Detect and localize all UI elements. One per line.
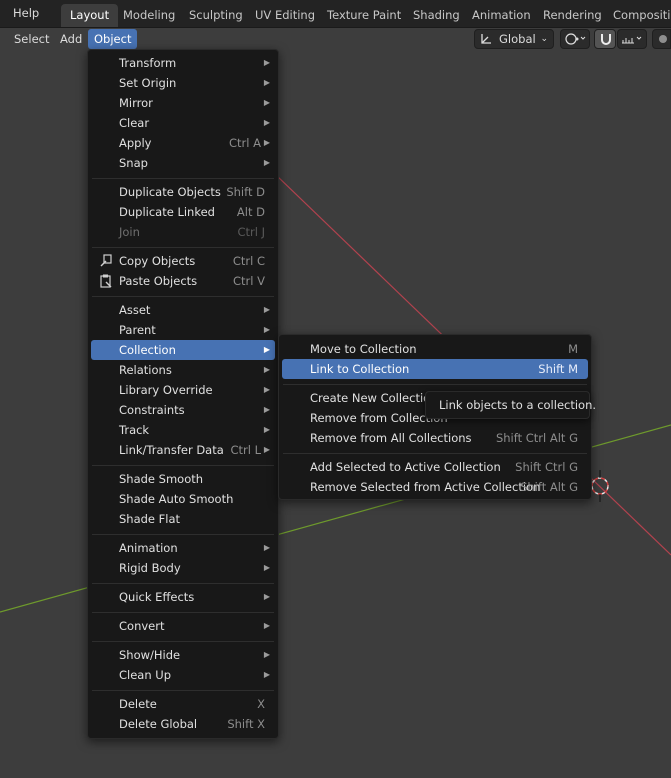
transform-orientation-icon	[481, 34, 491, 44]
menu-item-parent[interactable]: Parent ▶	[91, 320, 275, 340]
menu-item-constraints[interactable]: Constraints ▶	[91, 400, 275, 420]
submenu-arrow-icon: ▶	[263, 325, 270, 334]
menu-item-copy-objects[interactable]: Copy Objects Ctrl C	[91, 251, 275, 271]
menu-separator	[92, 178, 274, 179]
menu-item-rigid-body[interactable]: Rigid Body ▶	[91, 558, 275, 578]
orientation-dropdown[interactable]: Global ⌄	[474, 29, 554, 49]
menu-item-apply[interactable]: Apply Ctrl A ▶	[91, 133, 275, 153]
menu-item-paste-objects[interactable]: Paste Objects Ctrl V	[91, 271, 275, 291]
menu-item-animation[interactable]: Animation ▶	[91, 538, 275, 558]
menu-item-delete[interactable]: Delete X	[91, 694, 275, 714]
tooltip: Link objects to a collection.	[425, 391, 596, 419]
menu-separator	[92, 247, 274, 248]
snap-target-dropdown[interactable]	[617, 29, 647, 49]
menu-item-library-override[interactable]: Library Override ▶	[91, 380, 275, 400]
magnet-icon	[601, 34, 611, 45]
submenu-arrow-icon: ▶	[263, 58, 270, 67]
submenu-arrow-icon: ▶	[263, 138, 270, 147]
proportional-editing-toggle[interactable]	[652, 29, 671, 49]
menu-item-track[interactable]: Track ▶	[91, 420, 275, 440]
tab-compositing[interactable]: Compositing	[604, 4, 671, 27]
object-menu-popup: Transform ▶ Set Origin ▶ Mirror ▶ Clear ▶ Ap…	[87, 49, 279, 739]
menu-item-relations[interactable]: Relations ▶	[91, 360, 275, 380]
object-menu[interactable]: Object	[88, 29, 138, 49]
pivot-point-dropdown[interactable]	[560, 29, 590, 49]
menu-separator	[92, 612, 274, 613]
menu-item-transform[interactable]: Transform ▶	[91, 53, 275, 73]
submenu-arrow-icon: ▶	[263, 305, 270, 314]
submenu-arrow-icon: ▶	[263, 98, 270, 107]
menu-separator	[92, 465, 274, 466]
chevron-down-icon: ⌄	[540, 34, 548, 44]
proportional-edit-icon	[659, 35, 667, 43]
snap-toggle[interactable]	[594, 29, 616, 49]
submenu-arrow-icon: ▶	[263, 365, 270, 374]
copy-icon	[100, 254, 112, 267]
submenu-arrow-icon: ▶	[263, 385, 270, 394]
menu-separator	[92, 296, 274, 297]
menu-item-remove-from-all-collections[interactable]: Remove from All Collections Shift Ctrl Al…	[282, 428, 588, 448]
add-menu[interactable]: Add	[54, 29, 88, 49]
submenu-arrow-icon: ▶	[263, 592, 270, 601]
tab-texture-paint[interactable]: Texture Paint	[318, 4, 410, 27]
viewport-header: Select Add Object Global ⌄	[0, 28, 671, 50]
menu-item-remove-selected-from-active-collection[interactable]: Remove Selected from Active Collection Sh…	[282, 477, 588, 497]
menu-item-collection[interactable]: Collection ▶	[91, 340, 275, 360]
submenu-arrow-icon: ▶	[263, 670, 270, 679]
submenu-arrow-icon: ▶	[263, 345, 270, 354]
menu-separator	[92, 641, 274, 642]
menu-item-show-hide[interactable]: Show/Hide ▶	[91, 645, 275, 665]
topbar: Help Layout Modeling Sculpting UV Editin…	[0, 0, 671, 28]
menu-item-shade-flat[interactable]: Shade Flat	[91, 509, 275, 529]
submenu-arrow-icon: ▶	[263, 650, 270, 659]
tab-shading[interactable]: Shading	[404, 4, 469, 27]
menu-separator	[92, 583, 274, 584]
menu-item-duplicate-objects[interactable]: Duplicate Objects Shift D	[91, 182, 275, 202]
menu-item-link-to-collection[interactable]: Link to Collection Shift M	[282, 359, 588, 379]
menu-item-join: Join Ctrl J	[119, 225, 265, 239]
help-menu[interactable]: Help	[13, 6, 39, 20]
submenu-arrow-icon: ▶	[263, 78, 270, 87]
menu-item-move-to-collection[interactable]: Move to Collection M	[282, 339, 588, 359]
submenu-arrow-icon: ▶	[263, 405, 270, 414]
menu-separator	[92, 534, 274, 535]
menu-item-snap[interactable]: Snap ▶	[91, 153, 275, 173]
menu-item-add-selected-to-active-collection[interactable]: Add Selected to Active Collection Shift C…	[282, 457, 588, 477]
tooltip-text: Link objects to a collection.	[439, 398, 597, 412]
menu-separator	[283, 384, 587, 385]
orientation-value: Global	[499, 32, 536, 46]
menu-item-clear[interactable]: Clear ▶	[91, 113, 275, 133]
tab-sculpting[interactable]: Sculpting	[180, 4, 252, 27]
menu-separator	[283, 453, 587, 454]
snap-increment-icon	[622, 36, 642, 44]
paste-icon	[100, 274, 112, 288]
menu-item-mirror[interactable]: Mirror ▶	[91, 93, 275, 113]
menu-item-link-transfer-data[interactable]: Link/Transfer Data Ctrl L ▶	[91, 440, 275, 460]
submenu-arrow-icon: ▶	[263, 425, 270, 434]
submenu-arrow-icon: ▶	[263, 445, 270, 454]
menu-item-shade-auto-smooth[interactable]: Shade Auto Smooth	[91, 489, 275, 509]
tab-animation[interactable]: Animation	[463, 4, 540, 27]
menu-item-shade-smooth[interactable]: Shade Smooth	[91, 469, 275, 489]
tab-modeling[interactable]: Modeling	[114, 4, 184, 27]
menu-item-convert[interactable]: Convert ▶	[91, 616, 275, 636]
menu-item-quick-effects[interactable]: Quick Effects ▶	[91, 587, 275, 607]
menu-separator	[92, 690, 274, 691]
submenu-arrow-icon: ▶	[263, 563, 270, 572]
menu-item-delete-global[interactable]: Delete Global Shift X	[91, 714, 275, 734]
submenu-arrow-icon: ▶	[263, 158, 270, 167]
menu-item-asset[interactable]: Asset ▶	[91, 300, 275, 320]
menu-item-clean-up[interactable]: Clean Up ▶	[91, 665, 275, 685]
tab-layout[interactable]: Layout	[61, 4, 119, 27]
tab-rendering[interactable]: Rendering	[534, 4, 611, 27]
pivot-icon	[565, 33, 586, 45]
select-menu[interactable]: Select	[8, 29, 55, 49]
submenu-arrow-icon: ▶	[263, 621, 270, 630]
submenu-arrow-icon: ▶	[263, 543, 270, 552]
tab-uv-editing[interactable]: UV Editing	[246, 4, 324, 27]
menu-item-set-origin[interactable]: Set Origin ▶	[91, 73, 275, 93]
menu-item-duplicate-linked[interactable]: Duplicate Linked Alt D	[91, 202, 275, 222]
submenu-arrow-icon: ▶	[263, 118, 270, 127]
